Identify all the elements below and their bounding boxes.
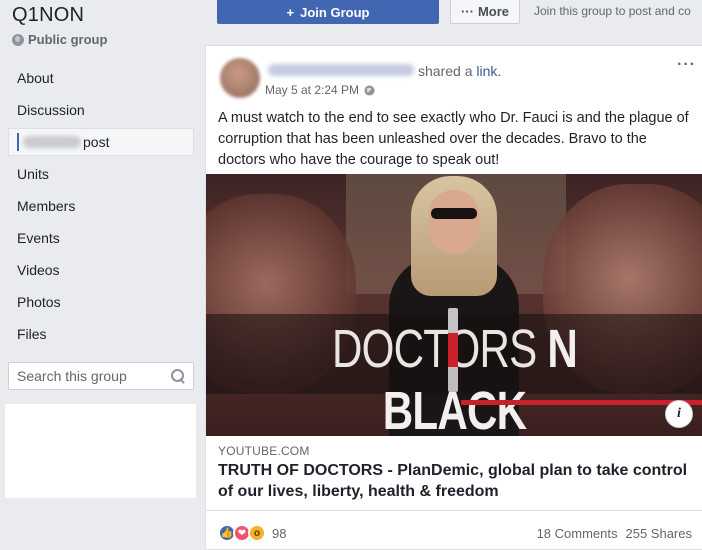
sidebar-item-files[interactable]: Files	[8, 318, 194, 350]
shares-count[interactable]: 255 Shares	[626, 526, 693, 541]
figure-glasses	[431, 208, 477, 219]
shared-prefix: shared a	[418, 63, 473, 79]
syringe-icon	[448, 308, 458, 392]
group-search-input[interactable]: Search this group	[8, 362, 194, 390]
preview-title-regular: DOCTORS	[332, 319, 548, 379]
figure-face	[429, 190, 479, 254]
join-hint-text: Join this group to post and co	[534, 4, 691, 18]
sidebar-item-videos[interactable]: Videos	[8, 254, 194, 286]
more-button[interactable]: ··· More	[450, 0, 520, 24]
active-indicator	[17, 133, 19, 151]
redacted-text	[23, 136, 81, 148]
sidebar-item-events[interactable]: Events	[8, 222, 194, 254]
info-icon[interactable]: i	[665, 400, 693, 428]
timestamp-text: May 5 at 2:24 PM	[265, 83, 360, 97]
post-body: A must watch to the end to see exactly w…	[218, 110, 689, 168]
group-name[interactable]: Q1NON	[12, 4, 84, 27]
wow-reaction-icon: o	[248, 524, 266, 542]
author-name-redacted[interactable]	[268, 64, 414, 76]
post-timestamp[interactable]: May 5 at 2:24 PM	[265, 83, 375, 97]
post-card: shared a link. May 5 at 2:24 PM ··· A mu…	[205, 45, 702, 550]
sidebar: Q1NON Public group About Discussion post…	[0, 0, 205, 550]
search-icon[interactable]	[171, 369, 185, 383]
engagement-counts: 18 Comments 255 Shares	[537, 526, 692, 541]
link-title[interactable]: TRUTH OF DOCTORS - PlanDemic, global pla…	[218, 460, 696, 502]
plus-icon: +	[286, 4, 295, 20]
more-label: More	[477, 4, 510, 19]
divider	[206, 510, 702, 511]
shared-header: shared a link.	[418, 63, 501, 79]
globe-icon	[12, 33, 24, 46]
sidebar-item-discussion[interactable]: Discussion	[8, 94, 194, 126]
sidebar-item-photos[interactable]: Photos	[8, 286, 194, 318]
link-source: YOUTUBE.COM	[218, 444, 310, 458]
reaction-summary[interactable]: 👍 ❤ o 98	[218, 524, 286, 542]
sidebar-blank-panel	[5, 404, 196, 498]
comments-count[interactable]: 18 Comments	[537, 526, 618, 541]
join-group-label: Join Group	[300, 4, 370, 20]
sidebar-item-members[interactable]: Members	[8, 190, 194, 222]
shared-link[interactable]: link.	[476, 63, 501, 79]
red-accent-line	[461, 400, 702, 405]
search-placeholder: Search this group	[17, 368, 127, 384]
sidebar-nav: About Discussion post Units Members Even…	[8, 62, 194, 350]
sidebar-item-post[interactable]: post	[8, 128, 194, 156]
sidebar-item-about[interactable]: About	[8, 62, 194, 94]
avatar[interactable]	[220, 58, 260, 98]
join-group-button[interactable]: + Join Group	[217, 0, 439, 24]
ellipsis-icon: ···	[460, 4, 474, 19]
reaction-count: 98	[272, 525, 287, 541]
privacy-label: Public group	[28, 32, 108, 47]
sidebar-item-units[interactable]: Units	[8, 158, 194, 190]
post-options-icon[interactable]: ···	[677, 56, 696, 74]
globe-icon	[364, 84, 375, 96]
sidebar-item-label: post	[83, 134, 110, 150]
group-privacy: Public group	[12, 32, 107, 47]
link-preview-image[interactable]: DOCTORS N BLACK i	[206, 174, 702, 436]
